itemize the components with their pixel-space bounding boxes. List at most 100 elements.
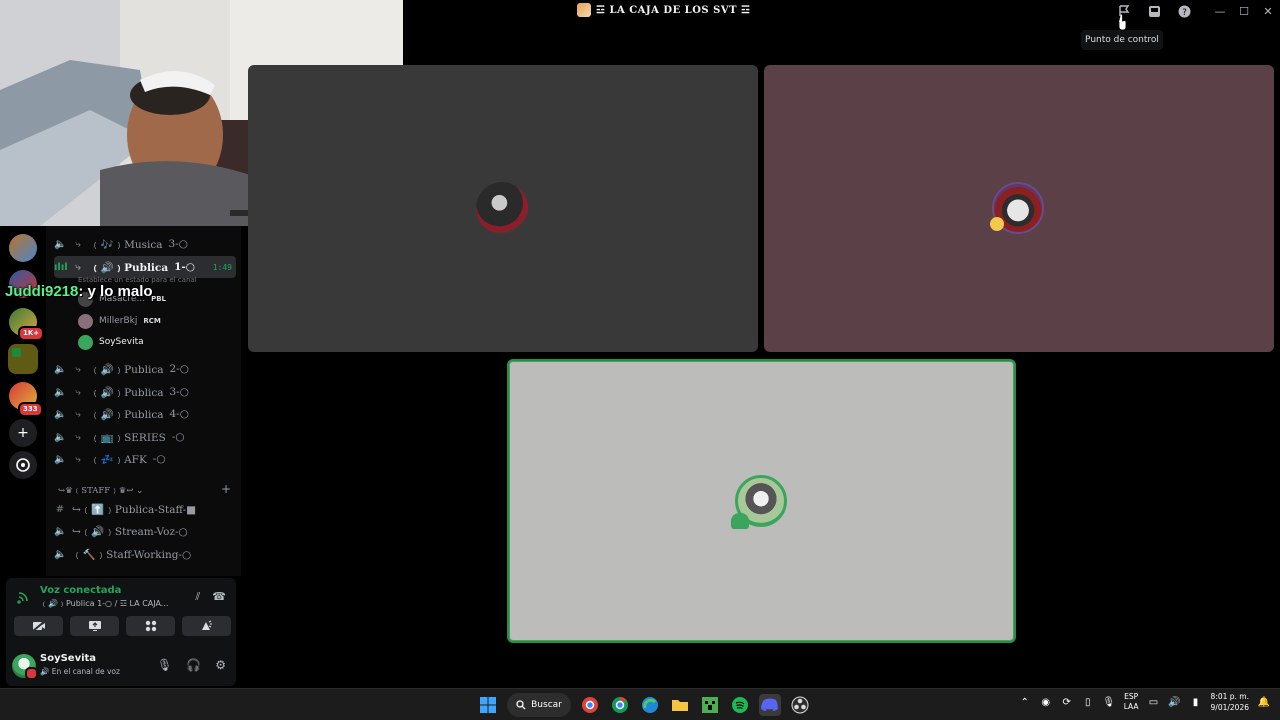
avatar xyxy=(78,334,93,350)
headphones-icon[interactable]: 🎧 xyxy=(186,658,201,672)
add-server-button[interactable]: + xyxy=(9,419,37,447)
window-title-text: ☲ LA CAJA DE LOS SVT ☲ xyxy=(596,4,751,16)
speaker-icon: 🔈 xyxy=(54,363,67,375)
voice-panel: Voz conectada ﹙🔊﹚Publica 1-○ / ☲ LA CAJA… xyxy=(6,578,236,686)
compass-icon xyxy=(16,458,30,472)
voice-channel-publica-2[interactable]: 🔈 ⤷ ﹙🔊﹚Publica 2-○ xyxy=(54,359,236,379)
participant-tile[interactable] xyxy=(764,65,1274,352)
minecraft-icon[interactable] xyxy=(699,694,721,716)
participant-tile[interactable] xyxy=(248,65,758,352)
link-icon: ⤷ xyxy=(75,363,81,375)
microphone-icon[interactable]: 🎙 xyxy=(157,658,172,672)
title-bar: ☲ LA CAJA DE LOS SVT ☲ ? — ☐ ✕ xyxy=(403,0,1280,22)
discord-icon[interactable] xyxy=(759,694,781,716)
volume-icon[interactable]: 🔊 xyxy=(1168,696,1180,708)
file-explorer-icon[interactable] xyxy=(669,694,691,716)
spotify-icon[interactable] xyxy=(729,694,751,716)
server-icon[interactable] xyxy=(8,344,38,374)
category-staff[interactable]: ↪♛﹙STAFF﹚♛↩ ⌄ xyxy=(58,484,143,496)
mic-tray-icon[interactable]: 🎙 xyxy=(1102,696,1115,708)
share-screen-button[interactable] xyxy=(70,616,119,636)
chat-text: : y lo malo xyxy=(78,283,153,300)
disconnect-icon[interactable]: ☎ xyxy=(212,590,226,604)
close-button[interactable]: ✕ xyxy=(1256,0,1280,22)
speaker-icon: 🔈 xyxy=(54,431,67,443)
create-channel-icon[interactable]: + xyxy=(221,482,231,496)
help-icon[interactable]: ? xyxy=(1176,3,1192,19)
battery-icon[interactable]: ▮ xyxy=(1190,696,1202,708)
voice-user[interactable]: MillerBkj RCM xyxy=(78,312,161,330)
self-username[interactable]: SoySevita xyxy=(40,653,96,664)
minimize-button[interactable]: — xyxy=(1208,0,1232,22)
voice-channel-path[interactable]: ﹙🔊﹚Publica 1-○ / ☲ LA CAJA... xyxy=(40,598,168,609)
voice-channel-staff-working[interactable]: 🔈 ﹙🔨﹚Staff-Working-○ xyxy=(54,544,236,564)
network-icon[interactable]: ▭ xyxy=(1148,696,1160,708)
speaker-icon: 🔈 xyxy=(54,238,67,250)
voice-channel-publica-4[interactable]: 🔈 ⤷ ﹙🔊﹚Publica 4-○ xyxy=(54,404,236,424)
notifications-icon[interactable]: 🔔 xyxy=(1258,696,1270,708)
channel-list: 🔈 ⤷ ﹙🎶﹚Musica 3-○ ılıl ⤷ ﹙🔊﹚Publica 1-○ … xyxy=(46,226,241,576)
voice-channel-stream-voz[interactable]: 🔈 ↪﹙🔊﹚Stream-Voz-○ xyxy=(54,521,236,541)
voice-status[interactable]: Voz conectada xyxy=(40,585,121,596)
link-icon: ⤷ xyxy=(75,431,81,443)
mention-badge: 1K+ xyxy=(18,326,45,341)
signal-icon[interactable] xyxy=(16,588,32,604)
link-icon: ⤷ xyxy=(75,238,81,250)
noise-suppression-icon[interactable]: ⫽ xyxy=(195,590,200,604)
avatar-decoration-icon xyxy=(731,513,749,529)
clock[interactable]: 8:01 p. m. 9/01/2026 xyxy=(1211,691,1249,713)
taskbar-search[interactable]: Buscar xyxy=(507,693,571,717)
user-panel: SoySevita 🔊 En el canal de voz 🎙 🎧 ⚙ xyxy=(10,650,232,682)
voice-channel-publica-1[interactable]: ılıl ⤷ ﹙🔊﹚Publica 1-○ 1:49 xyxy=(54,256,236,278)
link-icon: ⤷ xyxy=(75,453,81,465)
svg-text:?: ? xyxy=(1182,8,1187,18)
hashtag-icon: # xyxy=(55,503,65,515)
avatar[interactable] xyxy=(12,654,38,680)
chevron-up-icon[interactable]: ⌃ xyxy=(1019,696,1031,708)
voice-channel-afk[interactable]: 🔈 ⤷ ﹙💤﹚AFK -○ xyxy=(54,449,236,469)
voice-channel-musica[interactable]: 🔈 ⤷ ﹙🎶﹚Musica 3-○ xyxy=(54,234,236,254)
windows-start-icon[interactable] xyxy=(477,694,499,716)
gear-icon[interactable]: ⚙ xyxy=(215,658,226,672)
obs-icon[interactable] xyxy=(789,694,811,716)
speaker-icon: 🔈 xyxy=(54,525,67,537)
speaker-icon: 🔈 xyxy=(54,453,67,465)
speaker-icon: 🔈 xyxy=(54,548,67,560)
discover-button[interactable] xyxy=(9,451,37,479)
maximize-button[interactable]: ☐ xyxy=(1232,0,1256,22)
mention-badge: 333 xyxy=(18,402,43,417)
call-timer: 1:49 xyxy=(212,262,232,272)
user-tag: PBL xyxy=(151,295,166,303)
self-status: 🔊 En el canal de voz xyxy=(40,667,120,676)
sync-icon[interactable]: ⟳ xyxy=(1061,696,1073,708)
language-indicator[interactable]: ESP LAA xyxy=(1124,692,1139,712)
edge-icon[interactable] xyxy=(639,694,661,716)
tooltip: Punto de control xyxy=(1081,30,1163,50)
speaker-icon: 🔈 xyxy=(54,408,67,420)
user-tag: RCM xyxy=(143,317,161,325)
search-icon xyxy=(516,700,526,710)
usb-icon[interactable]: ▯ xyxy=(1082,696,1094,708)
soundboard-button[interactable] xyxy=(182,616,231,636)
taskbar: Buscar ⌃ ◉ ⟳ ▯ 🎙 ESP LAA ▭ 🔊 ▮ 8:01 p. m… xyxy=(0,688,1280,720)
camera-off-button[interactable] xyxy=(14,616,63,636)
voice-channel-publica-3[interactable]: 🔈 ⤷ ﹙🔊﹚Publica 3-○ xyxy=(54,382,236,402)
activities-button[interactable] xyxy=(126,616,175,636)
voice-channel-series[interactable]: 🔈 ⤷ ﹙📺﹚SERIES -○ xyxy=(54,427,236,447)
stream-chat-message: Juddi9218: y lo malo xyxy=(5,283,153,300)
window-title: ☲ LA CAJA DE LOS SVT ☲ xyxy=(577,3,751,17)
tray-app-icon[interactable]: ◉ xyxy=(1040,696,1052,708)
inbox-icon[interactable] xyxy=(1146,3,1162,19)
voice-user[interactable]: SoySevita xyxy=(78,333,144,351)
text-channel-publica-staff[interactable]: # ↪﹙⬆️﹚Publica-Staff-■ xyxy=(54,499,236,519)
speaker-icon: 🔈 xyxy=(54,386,67,398)
voice-connected-icon: ılıl xyxy=(54,261,68,273)
chrome-icon[interactable] xyxy=(609,694,631,716)
chrome-profile-icon[interactable] xyxy=(579,694,601,716)
chat-username: Juddi9218 xyxy=(5,283,79,300)
server-icon xyxy=(577,3,591,17)
server-icon[interactable] xyxy=(9,234,37,262)
link-icon: ⤷ xyxy=(75,386,81,398)
link-icon: ⤷ xyxy=(75,261,81,273)
participant-tile-speaking[interactable] xyxy=(507,359,1016,643)
